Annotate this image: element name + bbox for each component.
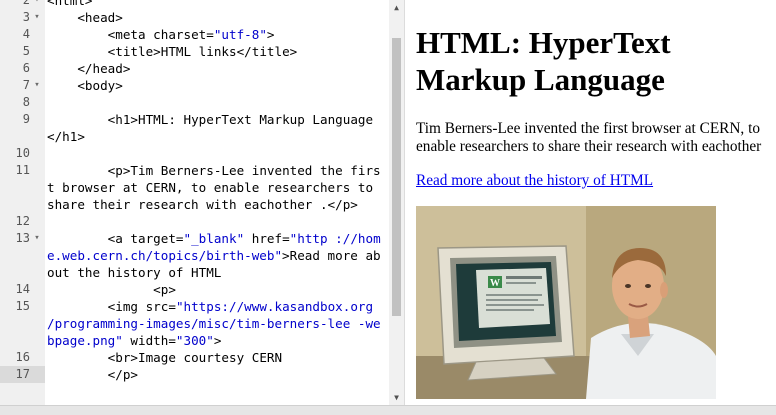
code-line[interactable]: 2 ▾ <html> — [0, 0, 390, 9]
code-line-text[interactable]: <br>Image courtesy CERN — [47, 349, 383, 366]
code-editor-pane[interactable]: 2 ▾ <html> 3 ▾ <head> 4 <meta charset="utf-8"… — [0, 0, 405, 405]
code-lines[interactable]: 2 ▾ <html> 3 ▾ <head> 4 <meta charset="utf-8"… — [0, 0, 390, 383]
line-gutter-cell: 6 — [0, 60, 45, 77]
code-line-text[interactable]: <html> — [47, 0, 383, 9]
line-gutter-cell: 2 ▾ — [0, 0, 45, 9]
code-line-text[interactable]: <p> — [47, 281, 383, 298]
code-line[interactable]: 16 <br>Image courtesy CERN — [0, 349, 390, 366]
line-number: 8 — [22, 95, 30, 109]
code-line-text[interactable]: <title>HTML links</title> — [47, 43, 383, 60]
line-number: 15 — [15, 299, 30, 313]
line-number: 3 — [22, 10, 30, 24]
code-line-text[interactable]: <head> — [47, 9, 383, 26]
code-line-text[interactable]: <meta charset="utf-8"> — [47, 26, 383, 43]
fold-arrow-icon[interactable]: ▾ — [32, 0, 42, 9]
fold-arrow-icon[interactable]: ▾ — [32, 9, 42, 26]
line-number: 16 — [15, 350, 30, 364]
line-gutter-cell: 11 — [0, 162, 45, 213]
line-gutter-cell: 13 ▾ — [0, 230, 45, 281]
preview-pane: HTML: HyperText Markup Language Tim Bern… — [406, 0, 776, 405]
code-line-text[interactable] — [47, 145, 383, 162]
fold-arrow-icon[interactable]: ▾ — [32, 230, 42, 247]
svg-text:W: W — [490, 278, 500, 289]
code-line[interactable]: 4 <meta charset="utf-8"> — [0, 26, 390, 43]
code-line-text[interactable]: </head> — [47, 60, 383, 77]
code-line[interactable]: 17 </p> — [0, 366, 390, 383]
line-gutter-cell: 4 — [0, 26, 45, 43]
code-line-text[interactable]: </p> — [47, 366, 383, 383]
code-line-text[interactable]: <a target="_blank" href="http ://home.we… — [47, 230, 383, 281]
line-number: 4 — [22, 27, 30, 41]
code-line[interactable]: 6 </head> — [0, 60, 390, 77]
line-gutter-cell: 8 — [0, 94, 45, 111]
preview-heading: HTML: HyperText Markup Language — [416, 24, 776, 98]
line-gutter-cell: 10 — [0, 145, 45, 162]
code-line[interactable]: 9 <h1>HTML: HyperText Markup Language </… — [0, 111, 390, 145]
line-number: 5 — [22, 44, 30, 58]
preview-heading-line-1: HTML: HyperText — [416, 25, 671, 60]
fold-arrow-icon[interactable]: ▾ — [32, 77, 42, 94]
line-gutter-cell: 12 — [0, 213, 45, 230]
line-number: 2 — [22, 0, 30, 7]
preview-paragraph: Tim Berners-Lee invented the first brows… — [416, 120, 776, 156]
scroll-down-arrow-icon[interactable]: ▼ — [389, 390, 404, 405]
line-number: 11 — [15, 163, 30, 177]
line-gutter-cell: 9 — [0, 111, 45, 145]
code-line[interactable]: 8 — [0, 94, 390, 111]
line-number: 9 — [22, 112, 30, 126]
history-of-html-link[interactable]: Read more about the history of HTML — [416, 172, 653, 190]
preview-paragraph-line-1: Tim Berners-Lee invented the first brows… — [416, 120, 760, 137]
line-number: 7 — [22, 78, 30, 92]
editor-scrollbar[interactable]: ▲ ▼ — [389, 0, 404, 405]
line-number: 14 — [15, 282, 30, 296]
line-gutter-cell: 7 ▾ — [0, 77, 45, 94]
code-line[interactable]: 11 <p>Tim Berners-Lee invented the first… — [0, 162, 390, 213]
preview-paragraph-line-2: enable researchers to share their resear… — [416, 138, 762, 155]
scroll-up-arrow-icon[interactable]: ▲ — [389, 0, 404, 15]
line-number: 10 — [15, 146, 30, 160]
line-number: 12 — [15, 214, 30, 228]
code-line-text[interactable]: <body> — [47, 77, 383, 94]
preview-heading-line-2: Markup Language — [416, 62, 665, 97]
line-number: 6 — [22, 61, 30, 75]
line-gutter-cell: 17 — [0, 366, 45, 383]
line-gutter-cell: 15 — [0, 298, 45, 349]
code-line[interactable]: 12 — [0, 213, 390, 230]
line-gutter-cell: 16 — [0, 349, 45, 366]
scrollbar-thumb[interactable] — [392, 38, 401, 316]
code-line[interactable]: 7 ▾ <body> — [0, 77, 390, 94]
bottom-status-strip — [0, 405, 776, 415]
code-line-text[interactable]: <p>Tim Berners-Lee invented the first br… — [47, 162, 383, 213]
code-line-text[interactable] — [47, 94, 383, 111]
tim-berners-lee-photo: W — [416, 206, 716, 399]
line-gutter-cell: 5 — [0, 43, 45, 60]
line-gutter-cell: 3 ▾ — [0, 9, 45, 26]
code-line[interactable]: 5 <title>HTML links</title> — [0, 43, 390, 60]
code-line-text[interactable]: <img src="https://www.kasandbox.org /pro… — [47, 298, 383, 349]
code-line[interactable]: 13 ▾ <a target="_blank" href="http ://hom… — [0, 230, 390, 281]
line-number: 13 — [15, 231, 30, 245]
code-line[interactable]: 14 <p> — [0, 281, 390, 298]
code-line[interactable]: 10 — [0, 145, 390, 162]
code-line[interactable]: 15 <img src="https://www.kasandbox.org /… — [0, 298, 390, 349]
line-gutter-cell: 14 — [0, 281, 45, 298]
code-line-text[interactable]: <h1>HTML: HyperText Markup Language </h1… — [47, 111, 383, 145]
code-line[interactable]: 3 ▾ <head> — [0, 9, 390, 26]
code-line-text[interactable] — [47, 213, 383, 230]
line-number: 17 — [15, 367, 30, 381]
